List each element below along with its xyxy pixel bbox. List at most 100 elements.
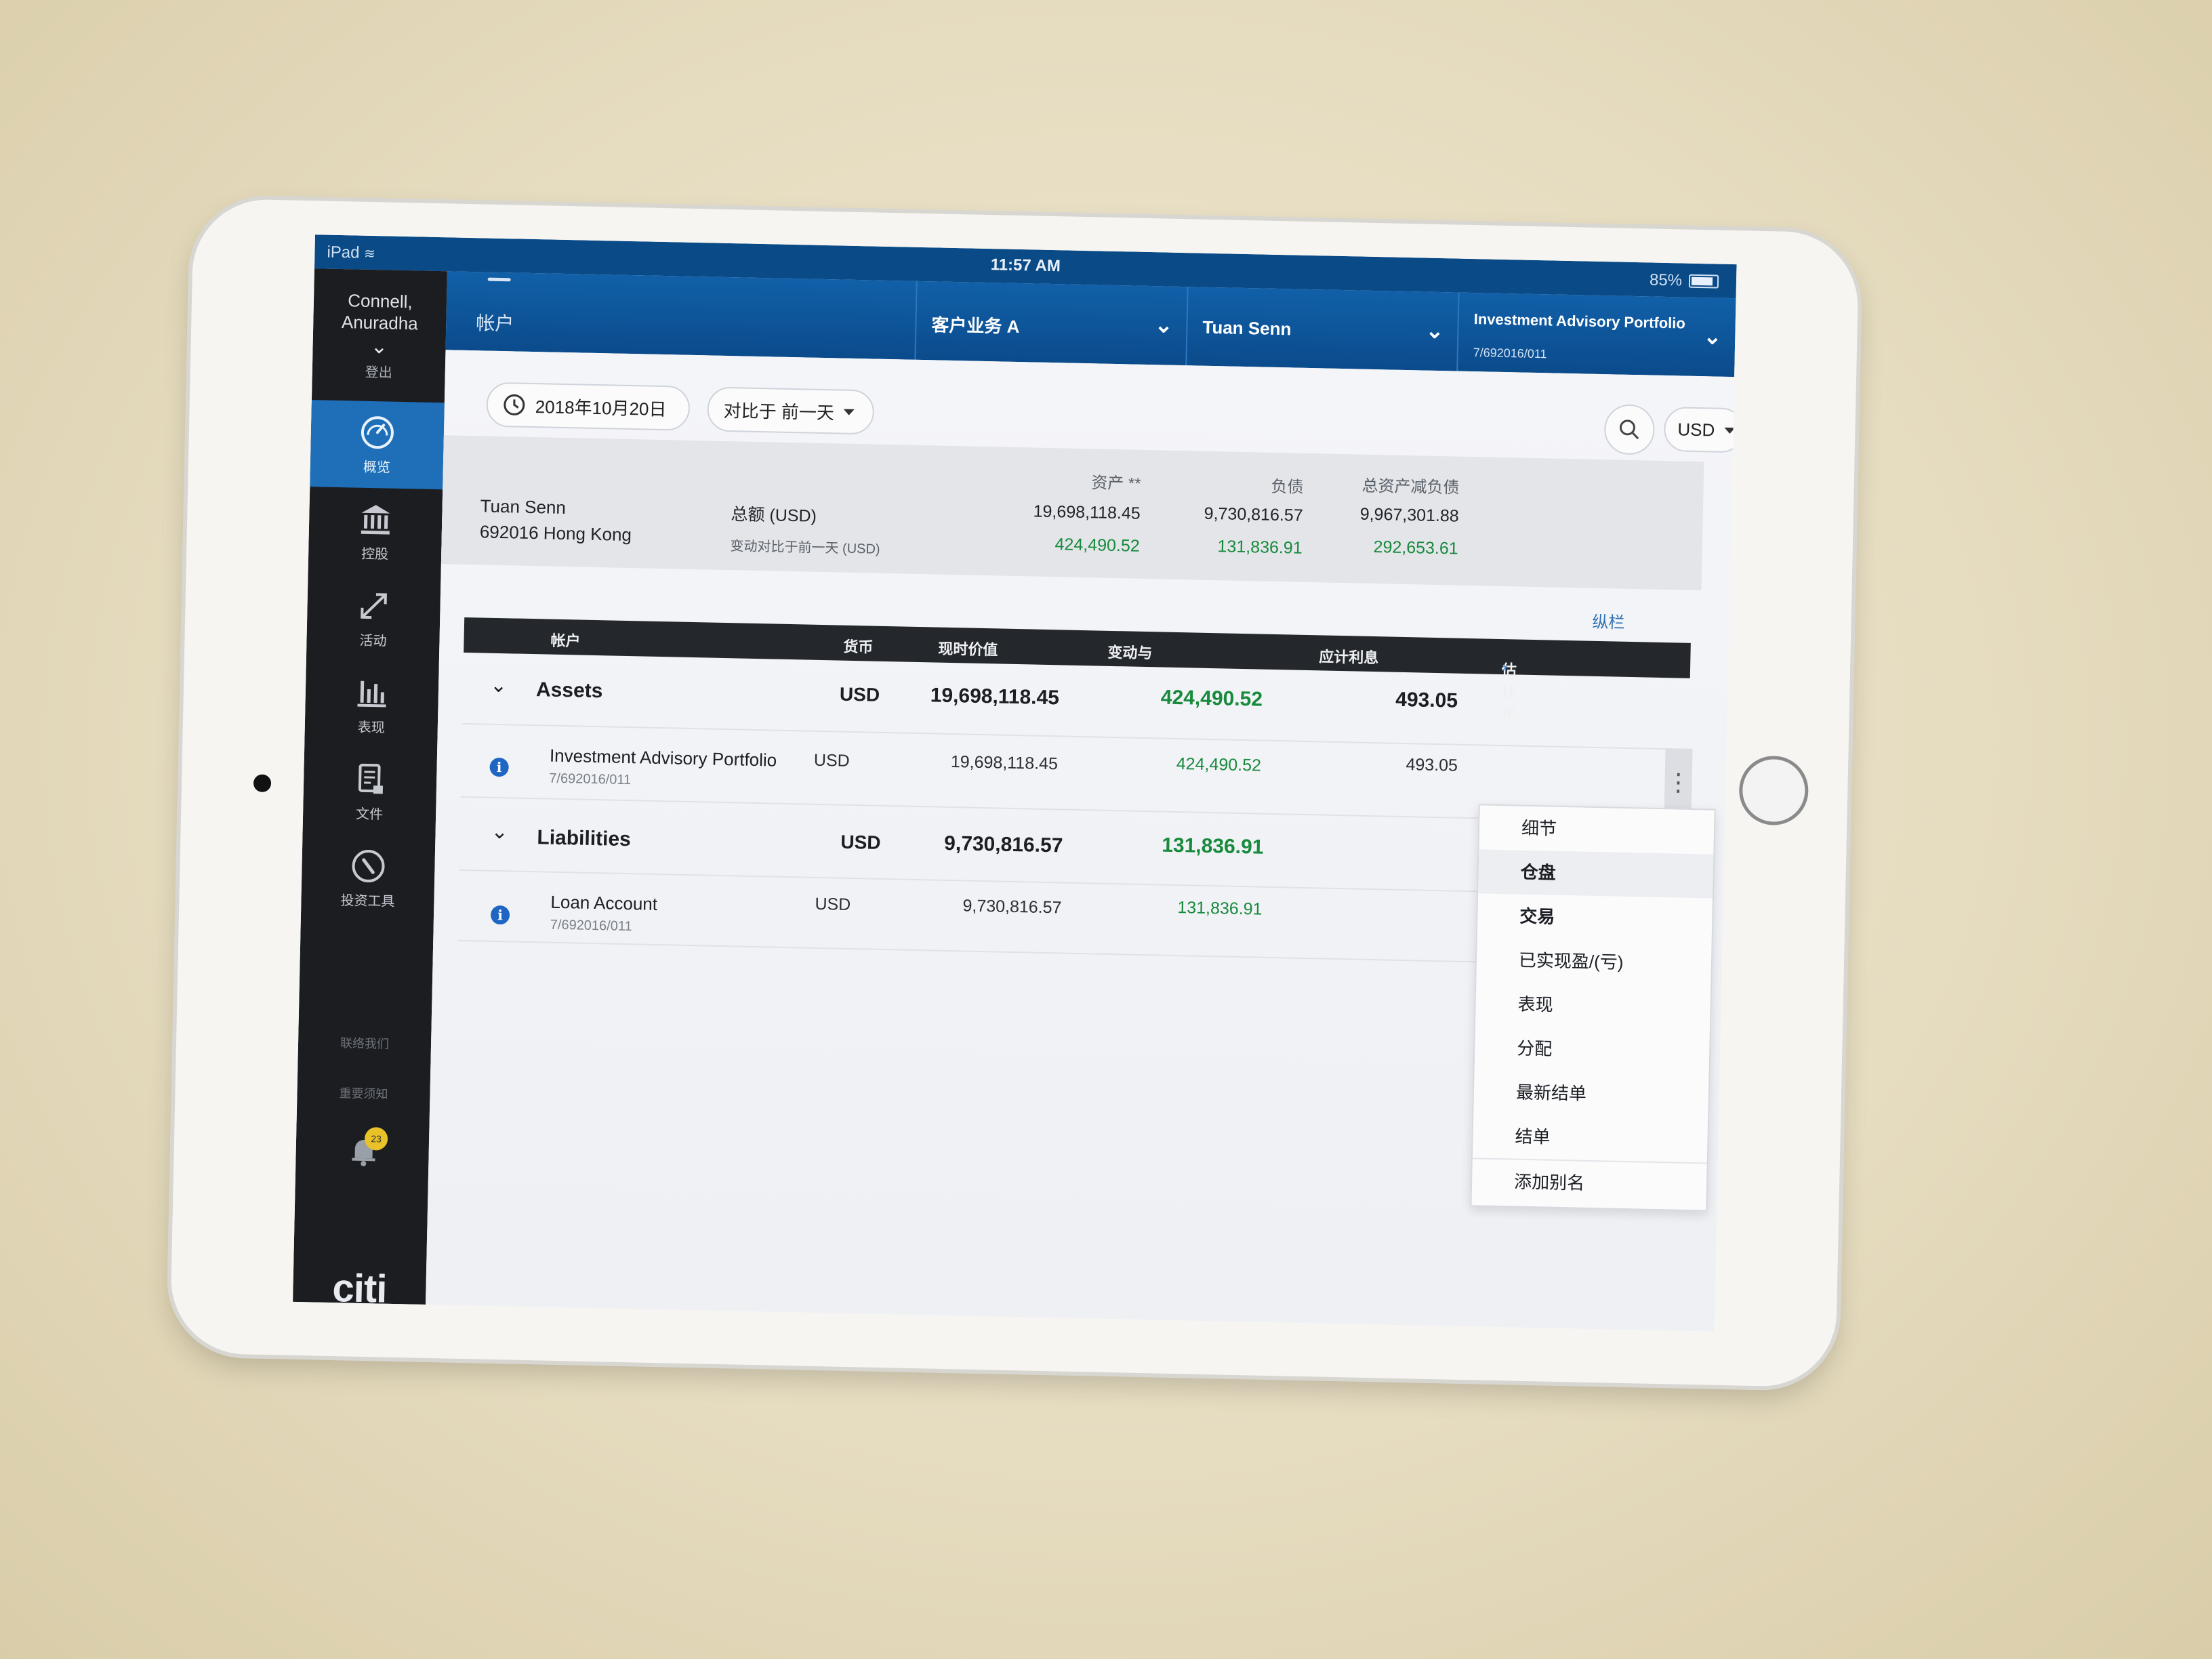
sidebar-nav: 概览 控股 活动 表现 文件 投资工具 (301, 400, 445, 923)
bar-chart-icon (357, 680, 386, 708)
menu-item-details[interactable]: 细节 (1479, 805, 1714, 854)
net-header: 总资产减负债 (1361, 476, 1460, 497)
more-options-icon[interactable]: ⋮ (1664, 748, 1693, 817)
ipad-device: iPad ≋ 11:57 AM 85% Connell, Anuradha ⌄ … (169, 198, 1860, 1388)
sidebar-item-documents[interactable]: 文件 (303, 747, 438, 836)
group-currency: USD (839, 683, 880, 705)
arrows-diagonal-icon (361, 592, 387, 619)
sidebar-item-label: 表现 (357, 720, 386, 736)
compare-value: 对比于 前一天 (723, 400, 835, 423)
screen: iPad ≋ 11:57 AM 85% Connell, Anuradha ⌄ … (293, 234, 1737, 1332)
sidebar-item-label: 控股 (361, 546, 389, 562)
group-change: 424,490.52 (1160, 686, 1263, 711)
user-name: Connell, Anuradha (341, 290, 419, 334)
account-name[interactable]: Loan Account (550, 892, 657, 915)
summary-change-label: 变动对比于前一天 (USD) (730, 539, 880, 557)
col-currency: 货币 (843, 638, 874, 656)
menu-item-transactions[interactable]: 交易 (1477, 893, 1713, 942)
notification-badge: 23 (364, 1127, 388, 1151)
assets-change: 424,490.52 (1054, 535, 1140, 556)
account-change: 424,490.52 (1176, 754, 1262, 775)
section-title: 帐户 (476, 312, 514, 335)
chevron-down-icon: ⌄ (1154, 312, 1173, 337)
user-block[interactable]: Connell, Anuradha ⌄ 登出 (312, 268, 447, 385)
net-change: 292,653.61 (1373, 537, 1458, 558)
group-change: 131,836.91 (1161, 834, 1264, 859)
info-icon[interactable]: i (489, 757, 509, 777)
date-picker[interactable]: 2018年10月20日 (486, 382, 691, 431)
client-business-selector[interactable]: 客户业务 A ⌄ (914, 281, 1189, 366)
info-icon[interactable]: i (490, 905, 510, 925)
account-currency: USD (813, 750, 851, 771)
search-icon (1619, 419, 1639, 440)
clock-icon (504, 394, 525, 415)
sidebar-item-label: 投资工具 (340, 893, 395, 909)
sidebar-links: 联络我们 重要须知 (297, 1017, 432, 1120)
sidebar-item-investment-tools[interactable]: 投资工具 (301, 834, 436, 923)
portfolio-selector[interactable]: Investment Advisory Portfolio 7/692016/0… (1456, 292, 1737, 377)
chevron-down-icon[interactable]: ⌄ (490, 674, 508, 698)
battery-icon (1688, 274, 1719, 289)
group-value: 9,730,816.57 (943, 832, 1063, 857)
assets-total: 19,698,118.45 (1033, 501, 1141, 523)
chevron-down-icon[interactable]: ⌄ (312, 335, 446, 359)
account-value: 9,730,816.57 (962, 896, 1062, 918)
columns-link[interactable]: 纵栏 (1592, 609, 1625, 633)
logout-link[interactable]: 登出 (312, 361, 445, 385)
account-change: 131,836.91 (1177, 898, 1263, 919)
group-currency: USD (840, 831, 881, 853)
menu-handle-icon[interactable] (487, 277, 511, 282)
menu-item-statements[interactable]: 结单 (1473, 1113, 1708, 1162)
chevron-down-icon[interactable]: ⌄ (491, 820, 508, 844)
summary-band: Tuan Senn 692016 Hong Kong 总额 (USD) 变动对比… (441, 435, 1704, 591)
col-market-value: 现时价值 (938, 640, 998, 659)
citi-logo: citi (331, 1266, 388, 1311)
account-interest: 493.05 (1406, 755, 1458, 775)
caret-down-icon (1724, 427, 1736, 434)
sidebar-item-holdings[interactable]: 控股 (308, 487, 443, 576)
group-name: Liabilities (537, 826, 632, 851)
sidebar-item-overview[interactable]: 概览 (310, 400, 445, 490)
menu-item-allocation[interactable]: 分配 (1475, 1025, 1710, 1074)
account-id: 7/692016/011 (549, 771, 632, 788)
summary-client-location: 692016 Hong Kong (479, 521, 632, 546)
account-name[interactable]: Investment Advisory Portfolio (550, 745, 777, 771)
portfolio-id-label: 7/692016/011 (1473, 346, 1547, 361)
notifications-button[interactable]: 23 (346, 1127, 388, 1168)
chevron-down-icon: ⌄ (1425, 318, 1444, 344)
sidebar-item-performance[interactable]: 表现 (304, 660, 439, 750)
group-value: 19,698,118.45 (930, 684, 1060, 710)
front-camera (253, 774, 272, 793)
account-value: 19,698,118.45 (950, 752, 1059, 774)
portfolio-name-label: Investment Advisory Portfolio (1473, 310, 1686, 332)
contact-us-link[interactable]: 联络我们 (298, 1017, 432, 1070)
assets-header: 资产 ** (1090, 474, 1141, 493)
context-menu: 细节 仓盘 交易 已实现盈/(亏) 表现 分配 最新结单 结单 添加别名 (1470, 804, 1716, 1212)
col-accrued-interest: 应计利息 (1319, 648, 1379, 667)
sidebar-item-activity[interactable]: 活动 (306, 573, 441, 663)
document-lock-icon (358, 763, 384, 794)
compass-icon (352, 849, 385, 882)
menu-item-performance[interactable]: 表现 (1475, 981, 1711, 1030)
chevron-right-icon: › (1501, 658, 1507, 676)
date-value: 2018年10月20日 (535, 396, 667, 419)
client-business-label: 客户业务 A (931, 314, 1020, 337)
menu-item-latest-statement[interactable]: 最新结单 (1473, 1069, 1708, 1118)
summary-client-name: Tuan Senn (480, 495, 567, 518)
menu-item-realized-gain-loss[interactable]: 已实现盈/(亏) (1476, 937, 1711, 986)
battery-percent: 85% (1649, 270, 1683, 290)
account-currency: USD (815, 894, 851, 914)
currency-dropdown[interactable]: USD (1663, 406, 1737, 453)
group-interest: 493.05 (1395, 688, 1458, 712)
compare-dropdown[interactable]: 对比于 前一天 (707, 386, 875, 435)
search-button[interactable] (1603, 404, 1656, 455)
menu-item-add-alias[interactable]: 添加别名 (1471, 1158, 1707, 1208)
menu-item-positions[interactable]: 仓盘 (1478, 849, 1714, 899)
summary-total-label: 总额 (USD) (731, 505, 817, 526)
col-change: 变动与 (1107, 643, 1153, 662)
home-button[interactable] (1738, 755, 1809, 826)
client-selector[interactable]: Tuan Senn ⌄ (1185, 287, 1460, 371)
liabilities-change: 131,836.91 (1217, 537, 1303, 558)
liabilities-header: 负债 (1271, 477, 1304, 497)
important-notice-link[interactable]: 重要须知 (297, 1067, 431, 1120)
